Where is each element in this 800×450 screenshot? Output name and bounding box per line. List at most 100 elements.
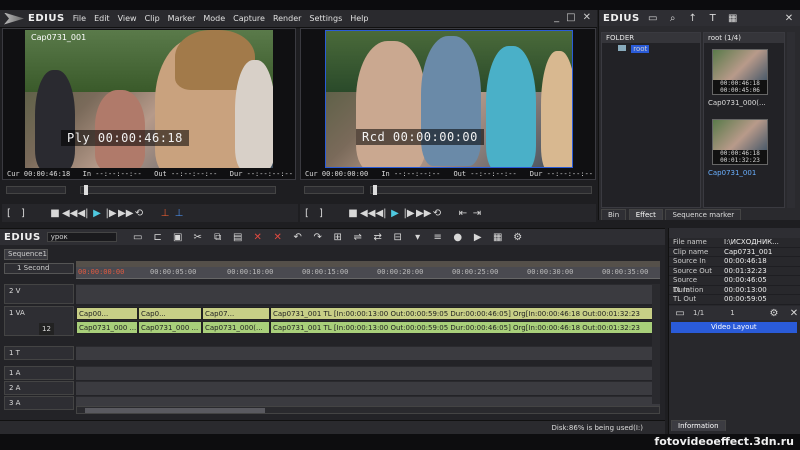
set-out-icon[interactable]: ]	[16, 208, 30, 219]
bin-clip-2[interactable]: 00:00:46:18 00:01:32:23	[712, 119, 768, 165]
sequence-tab[interactable]: Sequence1	[4, 249, 48, 260]
video-clip[interactable]: Cap0...	[138, 307, 202, 320]
timeline-h-scrollbar[interactable]	[76, 406, 660, 414]
menu-capture[interactable]: Capture	[233, 14, 265, 23]
maximize-icon[interactable]: □	[566, 12, 575, 23]
rec-rewind-icon[interactable]: ◀◀	[360, 208, 375, 219]
ripple-delete-icon[interactable]: ✕	[271, 232, 285, 243]
rec-step-forward-icon[interactable]: |▶	[402, 208, 416, 219]
recorder-scrubber[interactable]	[370, 185, 592, 195]
copy-icon[interactable]: ⧉	[211, 232, 225, 243]
bin-text-icon[interactable]: T	[706, 13, 720, 24]
timescale-select[interactable]: 1 Second	[4, 263, 74, 274]
loop-icon[interactable]: ⟲	[132, 208, 146, 219]
player-video[interactable]: Cap0731_001 Ply 00:00:46:18	[25, 30, 273, 168]
mic-icon[interactable]: ●	[451, 232, 465, 243]
overwrite-icon[interactable]: ⊥	[172, 208, 186, 219]
menu-settings[interactable]: Settings	[309, 14, 342, 23]
player-shuttle[interactable]	[6, 186, 66, 194]
menu-edit[interactable]: Edit	[94, 14, 110, 23]
audio-clip[interactable]: Cap0731_001 TL [In:00:00:13:00 Out:00:00…	[270, 321, 660, 334]
paste-icon[interactable]: ▤	[231, 232, 245, 243]
marker-icon[interactable]: ▾	[411, 232, 425, 243]
track-header-3a[interactable]: 3 A	[4, 396, 74, 410]
recorder-scrub-handle[interactable]	[373, 185, 377, 195]
add-cut-icon[interactable]: ⊞	[331, 232, 345, 243]
timeline-h-scroll-thumb[interactable]	[85, 408, 265, 413]
rec-fast-forward-icon[interactable]: ▶▶	[416, 208, 431, 219]
recorder-shuttle[interactable]	[304, 186, 364, 194]
save-icon[interactable]: ▣	[171, 232, 185, 243]
audio-clip[interactable]: Cap0731_000 ...	[76, 321, 138, 334]
delete-icon[interactable]: ✕	[251, 232, 265, 243]
track-1va-video[interactable]: Cap00... Cap0... Cap07... Cap0731_001 TL…	[76, 306, 660, 320]
track-2a[interactable]	[76, 381, 660, 395]
bin-scrollbar[interactable]	[787, 32, 795, 208]
layer-video-layout[interactable]: Video Layout	[671, 322, 797, 333]
layer-close-icon[interactable]: ✕	[787, 308, 800, 319]
rec-step-back-icon[interactable]: ◀|	[374, 208, 388, 219]
menu-file[interactable]: File	[73, 14, 86, 23]
track-2v[interactable]	[76, 284, 660, 304]
audio-clip[interactable]: Cap0731_000 ...	[138, 321, 202, 334]
rec-stop-icon[interactable]: ■	[346, 208, 360, 219]
rec-next-edit-icon[interactable]: ⇥	[470, 208, 484, 219]
player-scrub-handle[interactable]	[84, 185, 88, 195]
menu-view[interactable]: View	[118, 14, 137, 23]
track-header-1va[interactable]: 1 VA 12	[4, 306, 74, 336]
layer-folder-icon[interactable]: ▭	[673, 308, 687, 319]
rec-play-icon[interactable]: ▶	[388, 208, 402, 219]
render-icon[interactable]: ▶	[471, 232, 485, 243]
fast-forward-icon[interactable]: ▶▶	[118, 208, 133, 219]
track-header-1t[interactable]: 1 T	[4, 346, 74, 360]
menu-clip[interactable]: Clip	[145, 14, 160, 23]
recorder-video[interactable]: Rcd 00:00:00:00	[325, 30, 573, 168]
track-1a[interactable]	[76, 366, 660, 380]
track-header-2v[interactable]: 2 V	[4, 284, 74, 304]
bin-up-icon[interactable]: ↑	[686, 13, 700, 24]
bin-color-icon[interactable]: ▦	[726, 13, 740, 24]
ripple-icon[interactable]: ⇌	[351, 232, 365, 243]
rewind-icon[interactable]: ◀◀	[62, 208, 77, 219]
insert-icon[interactable]: ⊥	[158, 208, 172, 219]
rec-set-in-icon[interactable]: [	[300, 208, 314, 219]
rec-prev-edit-icon[interactable]: ⇤	[456, 208, 470, 219]
layout-icon[interactable]: ▦	[491, 232, 505, 243]
redo-icon[interactable]: ↷	[311, 232, 325, 243]
stop-icon[interactable]: ■	[48, 208, 62, 219]
step-back-icon[interactable]: ◀|	[76, 208, 90, 219]
video-clip[interactable]: Cap00...	[76, 307, 138, 320]
minimize-icon[interactable]: _	[554, 12, 559, 23]
tab-bin[interactable]: Bin	[601, 209, 627, 220]
sync-icon[interactable]: ⇄	[371, 232, 385, 243]
video-clip[interactable]: Cap07...	[202, 307, 270, 320]
bin-close-icon[interactable]: ✕	[782, 13, 796, 24]
menu-render[interactable]: Render	[273, 14, 301, 23]
track-header-1a[interactable]: 1 A	[4, 366, 74, 380]
timeline-v-scrollbar[interactable]	[652, 284, 660, 404]
play-icon[interactable]: ▶	[90, 208, 104, 219]
bin-folder-icon[interactable]: ▭	[646, 13, 660, 24]
menu-help[interactable]: Help	[350, 14, 368, 23]
tab-effect[interactable]: Effect	[628, 209, 663, 220]
menu-marker[interactable]: Marker	[168, 14, 196, 23]
bin-clip-1[interactable]: 00:00:46:18 00:00:45:06	[712, 49, 768, 95]
track-header-2a[interactable]: 2 A	[4, 381, 74, 395]
bin-search-icon[interactable]: ⌕	[666, 13, 680, 24]
player-scrubber[interactable]	[80, 185, 276, 195]
step-forward-icon[interactable]: |▶	[104, 208, 118, 219]
tab-sequence-marker[interactable]: Sequence marker	[665, 209, 742, 220]
cut-icon[interactable]: ✂	[191, 232, 205, 243]
track-1va-audio[interactable]: Cap0731_000 ... Cap0731_000 ... Cap0731_…	[76, 320, 660, 334]
close-icon[interactable]: ✕	[583, 12, 591, 23]
new-sequence-icon[interactable]: ▭	[131, 232, 145, 243]
undo-icon[interactable]: ↶	[291, 232, 305, 243]
layer-settings-icon[interactable]: ⚙	[767, 308, 781, 319]
folder-root[interactable]: root	[602, 43, 700, 55]
audio-clip[interactable]: Cap0731_000(...	[202, 321, 270, 334]
set-in-icon[interactable]: [	[2, 208, 16, 219]
tab-information[interactable]: Information	[671, 420, 726, 431]
group-icon[interactable]: ⊟	[391, 232, 405, 243]
open-icon[interactable]: ⊏	[151, 232, 165, 243]
rec-set-out-icon[interactable]: ]	[314, 208, 328, 219]
